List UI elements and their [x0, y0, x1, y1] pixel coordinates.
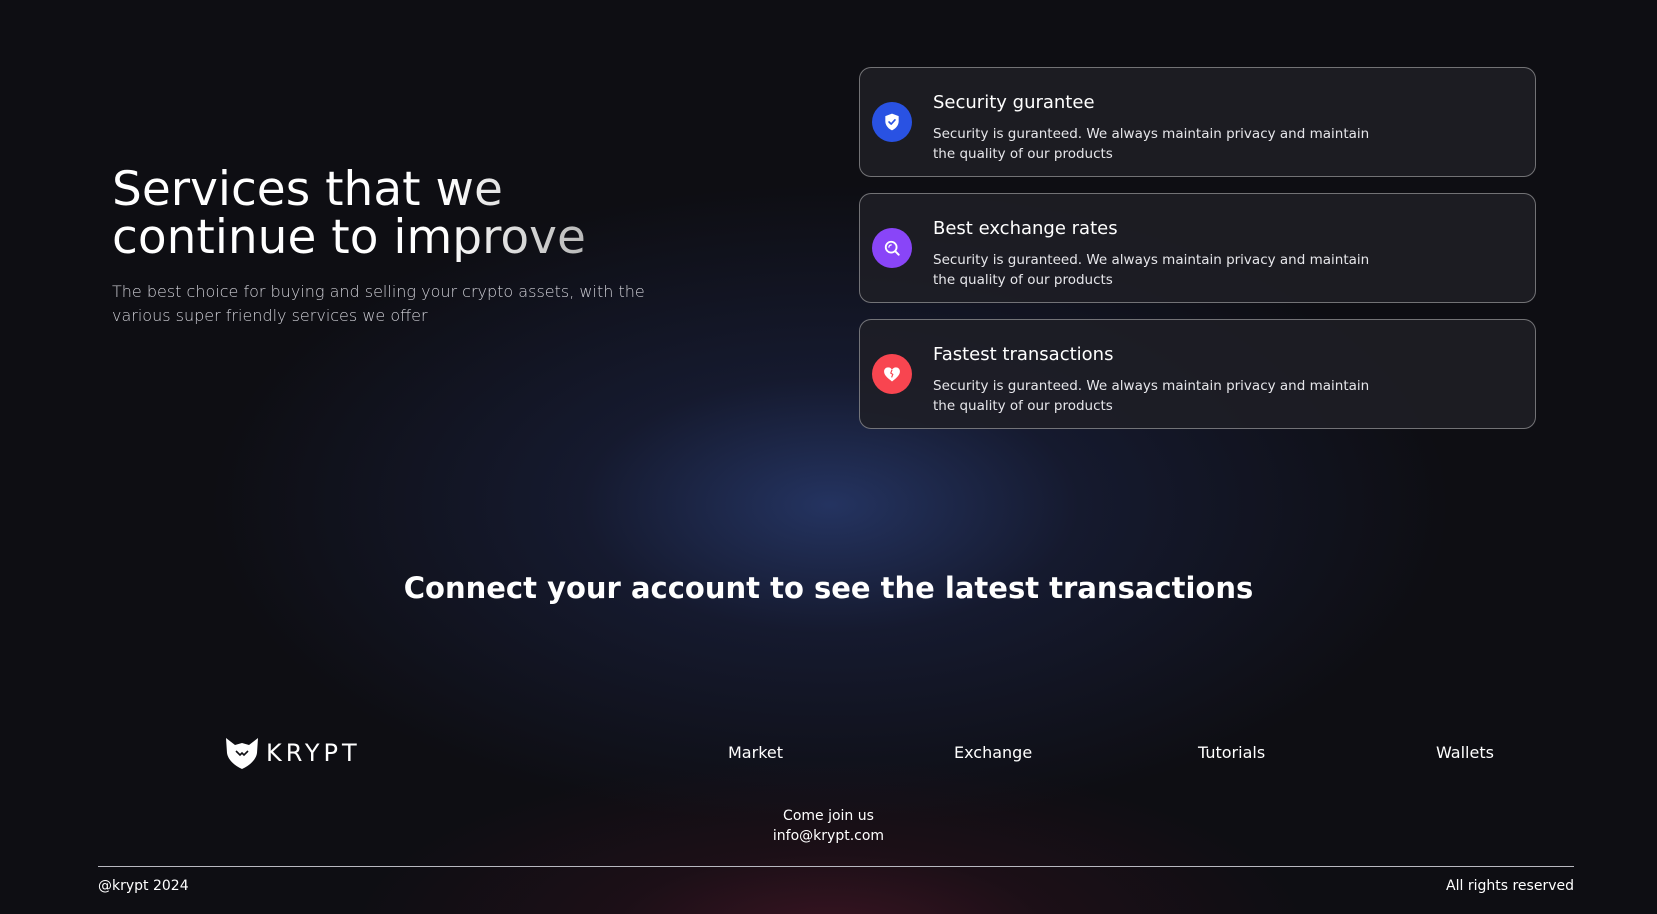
service-description: Security is guranteed. We always maintai…	[933, 126, 1370, 162]
service-description: Security is guranteed. We always maintai…	[933, 252, 1370, 288]
services-page: Services that we continue to improve The…	[0, 0, 1657, 914]
hero-title: Services that we continue to improve	[112, 166, 712, 262]
shield-check-icon	[872, 102, 912, 142]
rights-text: All rights reserved	[1446, 878, 1574, 894]
fox-logo-icon	[226, 738, 258, 769]
heart-icon	[872, 354, 912, 394]
service-card-exchange: Best exchange rates Security is gurantee…	[859, 193, 1536, 303]
search-icon	[872, 228, 912, 268]
footer-link-market[interactable]: Market	[728, 743, 783, 762]
service-title: Security gurantee	[933, 92, 1095, 113]
copyright-text: @krypt 2024	[98, 878, 189, 894]
footer-link-tutorials[interactable]: Tutorials	[1198, 743, 1265, 762]
logo-text: KRYPT	[266, 739, 361, 767]
hero-title-line-2: continue to improve	[112, 210, 586, 265]
service-description: Security is guranteed. We always maintai…	[933, 378, 1370, 414]
hero-subtitle: The best choice for buying and selling y…	[112, 282, 645, 325]
footer-link-wallets[interactable]: Wallets	[1436, 743, 1494, 762]
service-card-security: Security gurantee Security is guranteed.…	[859, 67, 1536, 177]
footer-link-exchange[interactable]: Exchange	[954, 743, 1032, 762]
connect-account-heading: Connect your account to see the latest t…	[403, 571, 1254, 605]
service-card-transactions: Fastest transactions Security is gurante…	[859, 319, 1536, 429]
join-us-block: Come join us info@krypt.com	[0, 806, 1657, 846]
footer-divider	[98, 866, 1574, 867]
hero-title-line-1: Services that we	[112, 162, 503, 217]
contact-email[interactable]: info@krypt.com	[0, 826, 1657, 846]
krypt-logo[interactable]: KRYPT	[224, 736, 361, 770]
service-title: Best exchange rates	[933, 218, 1118, 239]
service-cards: Security gurantee Security is guranteed.…	[859, 67, 1536, 445]
join-us-label: Come join us	[783, 808, 874, 824]
service-title: Fastest transactions	[933, 344, 1114, 365]
